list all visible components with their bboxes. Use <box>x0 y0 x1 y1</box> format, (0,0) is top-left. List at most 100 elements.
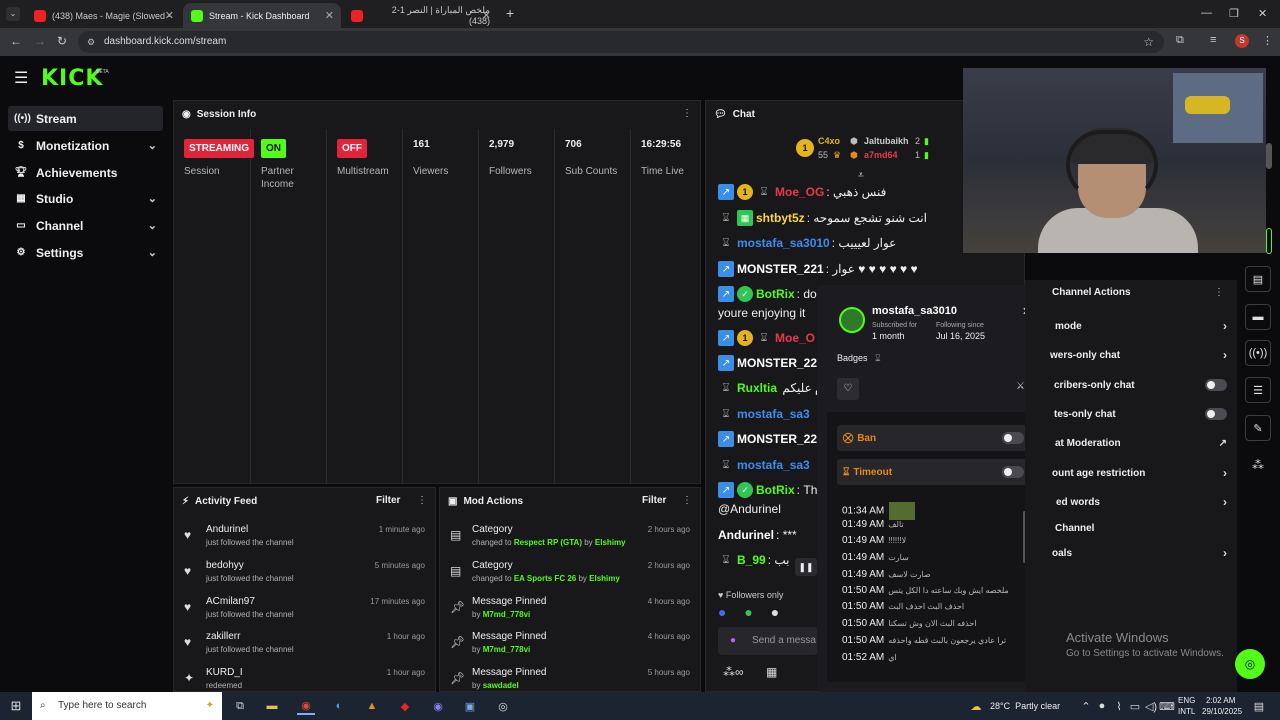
emote-icon[interactable]: ● <box>718 604 726 620</box>
rail-button-broadcast[interactable]: ((•)) <box>1245 340 1271 366</box>
sidebar-item-achievements[interactable]: 🏆︎ Achievements <box>8 160 163 185</box>
reload-icon[interactable]: ↻ <box>57 34 67 48</box>
obs-icon[interactable]: ◎ <box>494 697 512 715</box>
extensions-icon[interactable]: ⧉ <box>1176 34 1184 47</box>
channel-action-row[interactable]: Channel <box>1040 516 1235 540</box>
hamburger-menu-icon[interactable]: ☰ <box>14 68 28 88</box>
close-window-icon[interactable]: ✕ <box>1258 7 1267 20</box>
chat-username[interactable]: BotRix <box>756 287 795 301</box>
chat-username[interactable]: mostafa_sa3 <box>737 458 810 472</box>
keyboard-icon[interactable]: ⌨ <box>1158 697 1176 715</box>
sidebar-item-channel[interactable]: ▭ Channel ⌄ <box>8 213 163 238</box>
minimize-icon[interactable]: — <box>1201 7 1212 19</box>
url-input[interactable]: ⚙ dashboard.kick.com/stream ☆ <box>78 31 1164 53</box>
media-icon[interactable]: ≡ <box>1210 34 1216 46</box>
new-tab-button[interactable]: + <box>506 5 514 21</box>
support-chat-button[interactable]: ◎ <box>1235 649 1265 679</box>
restore-icon[interactable]: ❐ <box>1229 7 1239 20</box>
discord-icon[interactable]: ◉ <box>429 697 447 715</box>
more-options-icon[interactable]: ⋮ <box>1214 287 1224 298</box>
microphone-icon[interactable]: ● <box>730 627 736 655</box>
chat-username[interactable]: Andurinel <box>718 528 774 542</box>
gifter-name[interactable]: Jaltubaikh <box>864 136 909 146</box>
notifications-icon[interactable]: ▤ <box>1250 697 1268 715</box>
mod-sword-icon[interactable]: ⚔︎ <box>1016 381 1025 392</box>
webcam-scroll-handle[interactable] <box>1266 143 1272 169</box>
kick-logo[interactable]: KICK <box>41 66 103 91</box>
profile-avatar[interactable]: S <box>1235 34 1249 48</box>
more-options-icon[interactable]: ⋮ <box>682 108 692 119</box>
rail-button-tools[interactable]: ✎ <box>1245 415 1271 441</box>
chat-username[interactable]: Ruxltia <box>737 381 777 395</box>
close-icon[interactable]: ✕ <box>165 9 174 22</box>
sidebar-item-stream[interactable]: ((•)) Stream <box>8 106 163 131</box>
chat-username[interactable]: BotRix <box>756 483 795 497</box>
chrome-icon[interactable]: ◉ <box>297 697 315 715</box>
channel-action-row[interactable]: at Moderation ↗ <box>1040 431 1235 455</box>
app-icon-red[interactable]: ◆ <box>396 697 414 715</box>
task-view-icon[interactable]: ⧉ <box>231 697 249 715</box>
apps-icon[interactable]: ⁂ <box>1252 458 1264 472</box>
chat-username[interactable]: Moe_OG <box>775 185 824 199</box>
chat-username[interactable]: B_99 <box>737 553 766 567</box>
forward-icon[interactable]: → <box>34 34 46 48</box>
timeout-toggle[interactable] <box>1002 466 1024 478</box>
clock-date[interactable]: 29/10/2025 <box>1202 707 1242 716</box>
edge-icon[interactable]: ◐ <box>330 697 348 715</box>
follow-heart-button[interactable]: ♡ <box>837 378 859 400</box>
feed-user[interactable]: KURD_I <box>206 667 243 678</box>
taskbar-search-input[interactable]: ⌕ Type here to search ✦ <box>32 692 222 720</box>
avatar[interactable] <box>839 307 865 333</box>
chat-username[interactable]: MONSTER_22 <box>737 356 817 370</box>
close-icon[interactable]: ✕ <box>482 9 491 22</box>
side-panel-edge[interactable] <box>1266 228 1272 254</box>
filter-button[interactable]: Filter <box>376 495 400 506</box>
chat-username[interactable]: mostafa_sa3010 <box>737 236 830 250</box>
emotes-only-toggle[interactable] <box>1205 408 1227 420</box>
filter-button[interactable]: Filter <box>642 495 666 506</box>
app-icon-orange[interactable]: ▲ <box>363 697 381 715</box>
sidebar-item-monetization[interactable]: $ Monetization ⌄ <box>8 133 163 158</box>
channel-action-row[interactable]: oals › <box>1040 541 1235 565</box>
clock-time[interactable]: 2:02 AM <box>1206 696 1235 705</box>
chat-username[interactable]: MONSTER_22 <box>737 432 817 446</box>
file-explorer-icon[interactable]: ▬ <box>263 697 281 715</box>
emotes-icon[interactable]: ⁂∞ <box>723 665 744 679</box>
weather-text[interactable]: 28°C Partly clear <box>990 701 1060 711</box>
chat-input[interactable]: ● Send a messa <box>718 627 818 655</box>
chat-username[interactable]: mostafa_sa3 <box>737 407 810 421</box>
language-code[interactable]: ENG <box>1178 696 1195 705</box>
back-icon[interactable]: ← <box>10 34 22 48</box>
tab-youtube-music[interactable]: (438) Maes - Magie (Slowed - ✕ <box>26 3 181 28</box>
app-icon-blue[interactable]: ▣ <box>461 697 479 715</box>
ban-toggle[interactable] <box>1002 432 1024 444</box>
gifter-name[interactable]: C4xo <box>818 136 840 146</box>
feed-user[interactable]: ACmilan97 <box>206 596 255 607</box>
channel-action-row[interactable]: ount age restriction › <box>1040 461 1235 485</box>
more-options-icon[interactable]: ⋮ <box>682 495 692 506</box>
rail-button-layout[interactable]: ☰ <box>1245 377 1271 403</box>
site-info-icon[interactable]: ⚙ <box>87 31 95 53</box>
close-icon[interactable]: ✕ <box>325 9 334 22</box>
tab-kick-dashboard[interactable]: Stream - Kick Dashboard ✕ <box>183 3 341 28</box>
gifter-name[interactable]: a7md64 <box>864 150 898 160</box>
sidebar-item-studio[interactable]: ▦ Studio ⌄ <box>8 186 163 211</box>
more-options-icon[interactable]: ⋮ <box>417 495 427 506</box>
feed-user[interactable]: Andurinel <box>206 524 248 535</box>
microphone-icon[interactable]: ● <box>1093 697 1111 715</box>
windows-start-icon[interactable]: ⊞ <box>7 697 25 715</box>
chat-username[interactable]: Moe_O <box>775 331 815 345</box>
channel-action-row[interactable]: ed words › <box>1040 490 1235 514</box>
browser-menu-icon[interactable]: ⋮ <box>1262 34 1273 47</box>
store-icon[interactable]: ▦ <box>766 665 777 679</box>
chat-username[interactable]: shtbyt5z <box>756 211 805 225</box>
feed-user[interactable]: zakillerr <box>206 631 240 642</box>
channel-action-row[interactable]: wers-only chat › <box>1040 343 1235 367</box>
tab-search-button[interactable]: ⌄ <box>6 7 20 21</box>
chat-username[interactable]: MONSTER_221 <box>737 262 824 276</box>
pause-chat-button[interactable]: ❚❚ <box>795 558 817 576</box>
rail-button-pages[interactable]: ▤ <box>1245 266 1271 292</box>
emote-icon[interactable]: ● <box>744 604 752 620</box>
emote-icon[interactable]: ● <box>771 604 779 620</box>
collapse-gifters-icon[interactable]: ⩡ <box>858 170 864 181</box>
